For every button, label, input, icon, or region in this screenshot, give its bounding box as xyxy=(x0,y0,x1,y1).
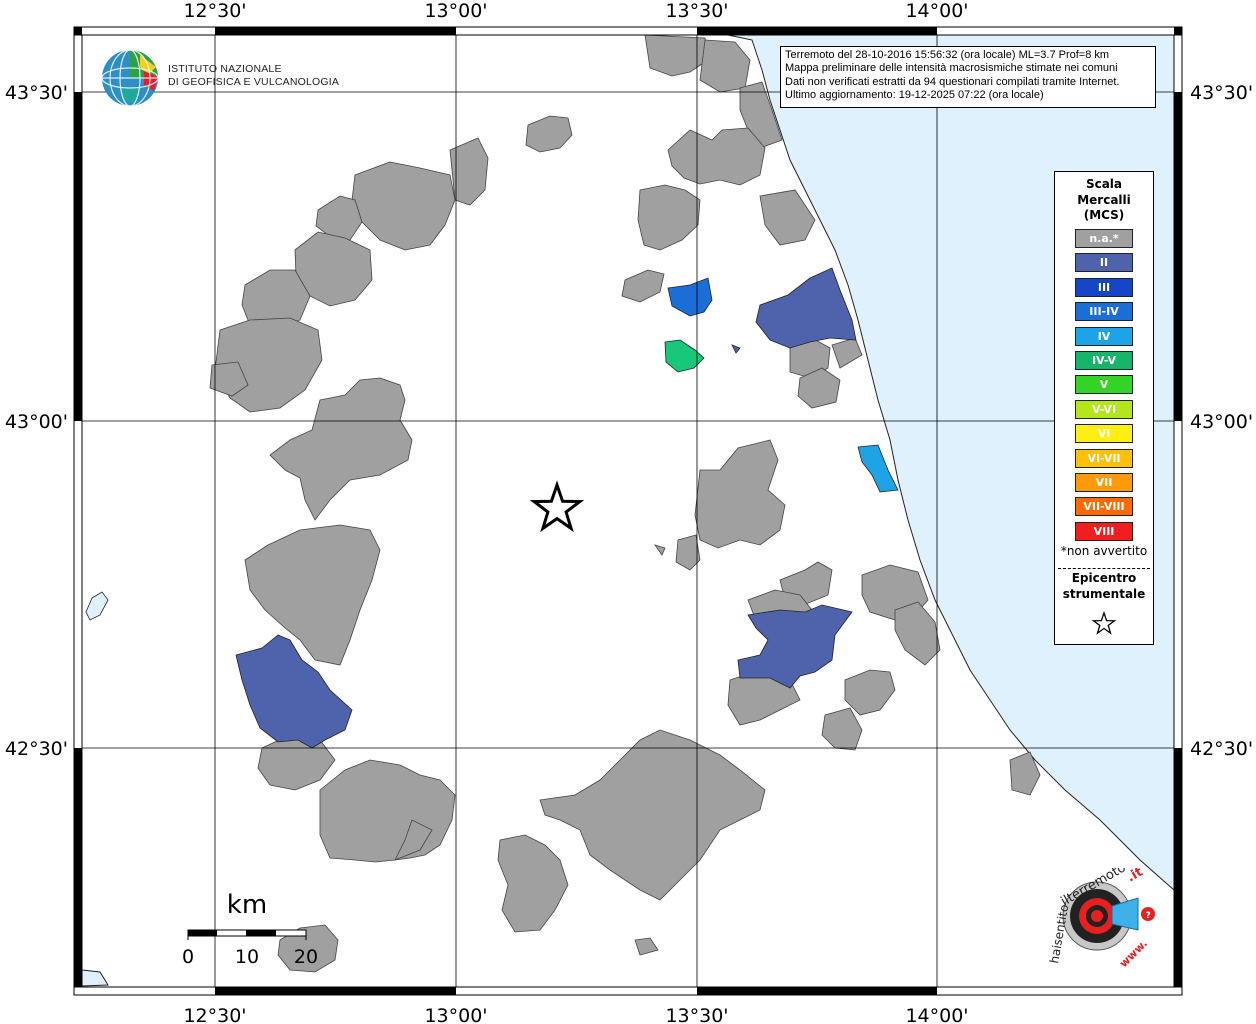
legend-item: VI-VII xyxy=(1075,448,1133,468)
legend-item: III xyxy=(1075,277,1133,297)
legend-item: VI xyxy=(1075,424,1133,444)
epicenter-star-icon xyxy=(529,480,585,533)
ingv-logo-line1: ISTITUTO NAZIONALE xyxy=(168,63,282,75)
hs-logo-it: .it xyxy=(1125,868,1146,885)
municipality-intensity-III-IV xyxy=(667,277,713,317)
lake-west xyxy=(85,591,109,621)
legend-title-line: (MCS) xyxy=(1083,208,1125,222)
top-axis-label: 13°30' xyxy=(665,0,728,22)
municipality-intensity-IV-V xyxy=(664,339,705,373)
bottom-axis-label: 14°00' xyxy=(905,1005,968,1024)
ingv-logo-line2: DI GEOFISICA E VULCANOLOGIA xyxy=(168,76,340,88)
ingv-globe-logo-icon xyxy=(101,49,159,107)
right-axis-label: 43°00' xyxy=(1190,411,1253,433)
legend-epicenter-line: Epicentro xyxy=(1071,571,1137,585)
left-axis-label: 43°30' xyxy=(5,82,68,104)
sea-corner-sw xyxy=(81,969,109,987)
legend-item: VIII xyxy=(1075,521,1133,541)
left-axis-label: 43°00' xyxy=(5,411,68,433)
scale-label: 20 xyxy=(294,946,318,968)
legend-items: n.a.* II III III-IV IV IV-V V V-VI VI VI-VII VII VI… xyxy=(1075,229,1133,546)
bottom-axis-label: 13°30' xyxy=(665,1005,728,1024)
ingv-logo-text: ISTITUTO NAZIONALE DI GEOFISICA E VULCAN… xyxy=(168,63,339,89)
legend-star-icon xyxy=(1091,611,1117,635)
legend-item: IV xyxy=(1075,326,1133,346)
event-info-box: Terremoto del 28-10-2016 15:56:32 (ora l… xyxy=(780,46,1156,108)
question-mark: ? xyxy=(1146,911,1151,921)
legend-item: n.a.* xyxy=(1075,229,1133,248)
hs-logo-www: www. xyxy=(1117,937,1150,970)
scale-unit: km xyxy=(227,890,267,920)
legend-item: IV-V xyxy=(1075,350,1133,370)
legend-item: III-IV xyxy=(1075,302,1133,322)
event-info-line: Dati non verificati estratti da 94 quest… xyxy=(785,75,1120,88)
legend-item: V xyxy=(1075,375,1133,395)
left-axis-label: 42°30' xyxy=(5,738,68,760)
right-axis-label: 42°30' xyxy=(1190,738,1253,760)
legend-title-line: Mercalli xyxy=(1077,192,1131,207)
legend-separator xyxy=(1058,568,1150,569)
bottom-axis-label: 12°30' xyxy=(183,1005,246,1024)
haisentito-logo-icon: ? www. haisentito ilterremoto .it xyxy=(1047,868,1155,970)
event-info-line: Terremoto del 28-10-2016 15:56:32 (ora l… xyxy=(785,49,1110,61)
legend-epicenter-label: Epicentro strumentale xyxy=(1055,571,1153,602)
legend-item: V-VI xyxy=(1075,399,1133,419)
legend-note: *non avvertito xyxy=(1060,544,1148,558)
mcs-legend: Scala Mercalli (MCS) n.a.* II III III-IV IV I… xyxy=(1054,171,1154,645)
top-axis-label: 13°00' xyxy=(424,0,487,22)
legend-epicenter-line: strumentale xyxy=(1062,586,1146,601)
legend-title: Scala Mercalli (MCS) xyxy=(1055,177,1153,224)
legend-item: VII-VIII xyxy=(1075,497,1133,517)
scale-label: 0 xyxy=(182,946,194,968)
top-axis-label: 14°00' xyxy=(905,0,968,22)
event-info-line: Mappa preliminare delle intensità macros… xyxy=(785,62,1118,75)
event-info-line: Ultimo aggiornamento: 19-12-2025 07:22 (… xyxy=(785,89,1044,102)
right-axis-label: 43°30' xyxy=(1190,82,1253,104)
legend-item: II xyxy=(1075,253,1133,273)
top-axis-label: 12°30' xyxy=(183,0,246,22)
legend-title-line: Scala xyxy=(1085,177,1123,191)
legend-item: VII xyxy=(1075,472,1133,492)
scale-label: 10 xyxy=(235,946,259,968)
bottom-axis-label: 13°00' xyxy=(424,1005,487,1024)
